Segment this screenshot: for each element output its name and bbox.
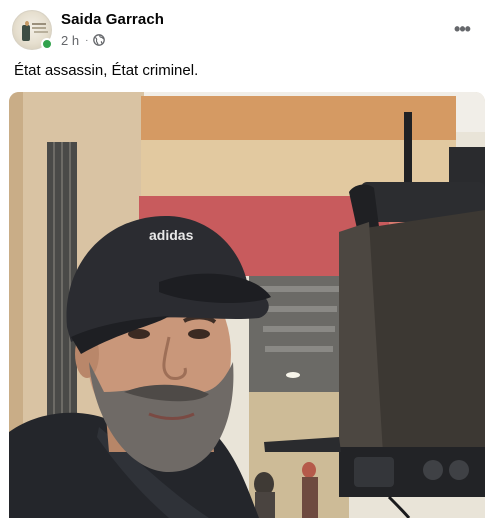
more-options-icon: ••• (454, 18, 471, 39)
more-options-button[interactable]: ••• (446, 15, 478, 43)
cap-logo-text: adidas (149, 227, 194, 243)
post-photo[interactable]: adidas (9, 92, 485, 518)
post-message: État assassin, État criminel. (14, 62, 199, 79)
globe-icon-graphic (93, 34, 106, 46)
avatar-figure-head (25, 21, 29, 26)
post-meta: 2 h · (61, 32, 106, 48)
author-name-link[interactable]: Saida Garrach (61, 11, 164, 28)
meta-separator: · (85, 34, 89, 46)
post-timestamp[interactable]: 2 h (61, 33, 79, 48)
globe-icon[interactable] (93, 34, 106, 46)
post-header: Saida Garrach 2 h · ••• (12, 9, 482, 53)
avatar-figure (22, 25, 30, 41)
post-card: Saida Garrach 2 h · ••• État assassin, É… (0, 0, 493, 518)
avatar-text-art (32, 23, 46, 25)
online-status-indicator (41, 38, 53, 50)
photo-illustration: adidas (9, 92, 485, 518)
